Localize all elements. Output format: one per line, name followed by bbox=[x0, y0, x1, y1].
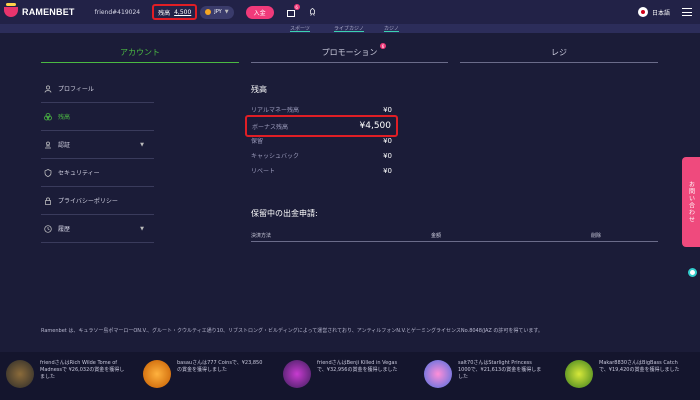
winners-ticker: friendさんはRich Wilde Tome of Madnessで ¥26… bbox=[0, 352, 700, 400]
subnav-casino[interactable]: カジノ bbox=[384, 25, 399, 32]
chevron-down-icon: ▼ bbox=[224, 9, 229, 15]
promotion-badge: 6 bbox=[380, 43, 386, 49]
currency-selector[interactable]: JPY ▼ bbox=[200, 5, 234, 19]
sub-navigation: スポーツ ライブカジノ カジノ bbox=[0, 24, 700, 33]
tab-promotion-label: プロモーション bbox=[321, 48, 378, 57]
balance-row-cashback: キャッシュバック ¥0 bbox=[251, 149, 392, 162]
sidebar-item-profile[interactable]: プロフィール bbox=[41, 75, 154, 103]
ticker-item[interactable]: friendさんはRich Wilde Tome of Madnessで ¥26… bbox=[6, 360, 126, 388]
coin-icon bbox=[205, 9, 212, 15]
gift-box-shape bbox=[286, 10, 295, 17]
ticker-item[interactable]: basauさんは777 Coinsで、¥23,850の賞金を獲得しました bbox=[143, 360, 263, 388]
brand-name: RAMENBET bbox=[22, 7, 75, 17]
sidebar-item-label: 認証 bbox=[58, 142, 71, 149]
game-thumbnail bbox=[565, 360, 593, 388]
ticker-item[interactable]: friendさんはBenji Killed in Vegasで、¥32,956の… bbox=[283, 360, 403, 388]
ticker-text: salt70さんはStarlight Princess 1000で、¥21,61… bbox=[458, 360, 542, 380]
subnav-sports[interactable]: スポーツ bbox=[290, 25, 310, 32]
ticker-item[interactable]: Makar8830さんはBigBass Catchで、¥19,420の賞金を獲得… bbox=[565, 360, 685, 388]
settings-icon[interactable] bbox=[688, 268, 697, 277]
sidebar-item-label: 履歴 bbox=[58, 226, 71, 233]
user-icon bbox=[44, 85, 52, 93]
balance-row-label: ボーナス残高 bbox=[252, 123, 289, 131]
sidebar-item-label: プロフィール bbox=[58, 86, 94, 93]
header-balance[interactable]: 残高 4,500 bbox=[152, 4, 198, 20]
language-label: 日本語 bbox=[651, 9, 670, 17]
shield-icon bbox=[44, 168, 52, 177]
menu-icon[interactable] bbox=[682, 8, 692, 16]
tab-cashier[interactable]: レジ bbox=[460, 43, 658, 63]
currency-code: JPY bbox=[214, 9, 222, 15]
column-payment-method: 決済方法 bbox=[251, 233, 272, 239]
game-thumbnail bbox=[6, 360, 34, 388]
balance-row-value: ¥0 bbox=[383, 151, 392, 160]
balance-row-value: ¥0 bbox=[383, 136, 392, 145]
ramen-bowl-icon bbox=[4, 3, 18, 17]
legal-text: Ramenbet は、キュラソー島ポマーローON.V.、グルート・クウルティエ通… bbox=[41, 328, 543, 334]
tab-account-label: アカウント bbox=[120, 48, 160, 57]
balance-row-value: ¥0 bbox=[383, 166, 392, 175]
chevron-down-icon: ▼ bbox=[140, 225, 144, 232]
pending-withdrawals-title: 保留中の出金申請: bbox=[251, 209, 318, 218]
tab-promotion[interactable]: プロモーション 6 bbox=[251, 43, 448, 63]
ticker-text: basauさんは777 Coinsで、¥23,850の賞金を獲得しました bbox=[177, 360, 263, 373]
brand-logo[interactable]: RAMENBET bbox=[4, 3, 75, 17]
sidebar-item-security[interactable]: セキュリティー bbox=[41, 159, 154, 187]
sidebar-item-verification[interactable]: 認証 ▼ bbox=[41, 131, 154, 159]
sidebar-item-label: セキュリティー bbox=[58, 170, 100, 177]
japan-flag-icon bbox=[637, 7, 648, 17]
sidebar-item-label: 残高 bbox=[58, 114, 71, 121]
contact-us-tab[interactable]: お問い合わせ bbox=[682, 157, 700, 247]
language-selector[interactable]: 日本語 bbox=[637, 7, 670, 17]
sidebar-item-label: プライバシーポリシー bbox=[58, 198, 118, 205]
balance-title: 残高 bbox=[251, 85, 267, 94]
balance-label: 残高 bbox=[158, 9, 171, 17]
balance-row-pending: 保留 ¥0 bbox=[251, 134, 392, 147]
column-delete: 削除 bbox=[591, 233, 602, 239]
ticker-text: friendさんはBenji Killed in Vegasで、¥32,956の… bbox=[317, 360, 398, 373]
balance-row-label: リベート bbox=[251, 168, 276, 175]
deposit-button[interactable]: 入金 bbox=[245, 5, 274, 19]
clock-icon bbox=[44, 224, 52, 233]
game-thumbnail bbox=[143, 360, 171, 388]
balance-row-value: ¥4,500 bbox=[359, 121, 392, 131]
coins-icon bbox=[44, 112, 52, 120]
balance-row-label: 保留 bbox=[251, 138, 264, 145]
balance-row-label: リアルマネー残高 bbox=[251, 107, 299, 114]
balance-row-label: キャッシュバック bbox=[251, 153, 300, 160]
gift-icon[interactable]: 6 bbox=[286, 4, 300, 17]
balance-row-rebate: リベート ¥0 bbox=[251, 164, 392, 177]
sidebar-item-privacy[interactable]: プライバシーポリシー bbox=[41, 187, 154, 215]
sidebar-item-balance[interactable]: 残高 bbox=[41, 103, 154, 131]
balance-amount[interactable]: 4,500 bbox=[174, 9, 191, 16]
lock-icon bbox=[45, 197, 51, 205]
subnav-live-casino[interactable]: ライブカジノ bbox=[334, 25, 364, 32]
gift-badge: 6 bbox=[293, 4, 300, 10]
ticker-text: friendさんはRich Wilde Tome of Madnessで ¥26… bbox=[40, 360, 125, 380]
chevron-down-icon: ▼ bbox=[140, 141, 144, 148]
ticker-item[interactable]: salt70さんはStarlight Princess 1000で、¥21,61… bbox=[424, 360, 544, 388]
id-icon bbox=[45, 141, 51, 148]
ticker-text: Makar8830さんはBigBass Catchで、¥19,420の賞金を獲得… bbox=[599, 360, 680, 373]
balance-row-value: ¥0 bbox=[383, 105, 392, 114]
tab-account[interactable]: アカウント bbox=[41, 43, 239, 63]
username[interactable]: friend#419024 bbox=[95, 9, 140, 16]
account-sidebar: プロフィール 残高 認証 ▼ セキュリティー プライバシーポリシー 履歴 ▼ bbox=[41, 75, 154, 243]
tab-cashier-label: レジ bbox=[551, 48, 567, 57]
rocket-icon[interactable] bbox=[308, 7, 317, 17]
pending-table-header: 決済方法 金額 削除 bbox=[251, 230, 658, 242]
game-thumbnail bbox=[283, 360, 311, 388]
sidebar-item-history[interactable]: 履歴 ▼ bbox=[41, 215, 154, 243]
column-amount: 金額 bbox=[431, 233, 442, 239]
game-thumbnail bbox=[424, 360, 452, 388]
top-bar: RAMENBET friend#419024 残高 4,500 JPY ▼ 入金… bbox=[0, 0, 700, 24]
